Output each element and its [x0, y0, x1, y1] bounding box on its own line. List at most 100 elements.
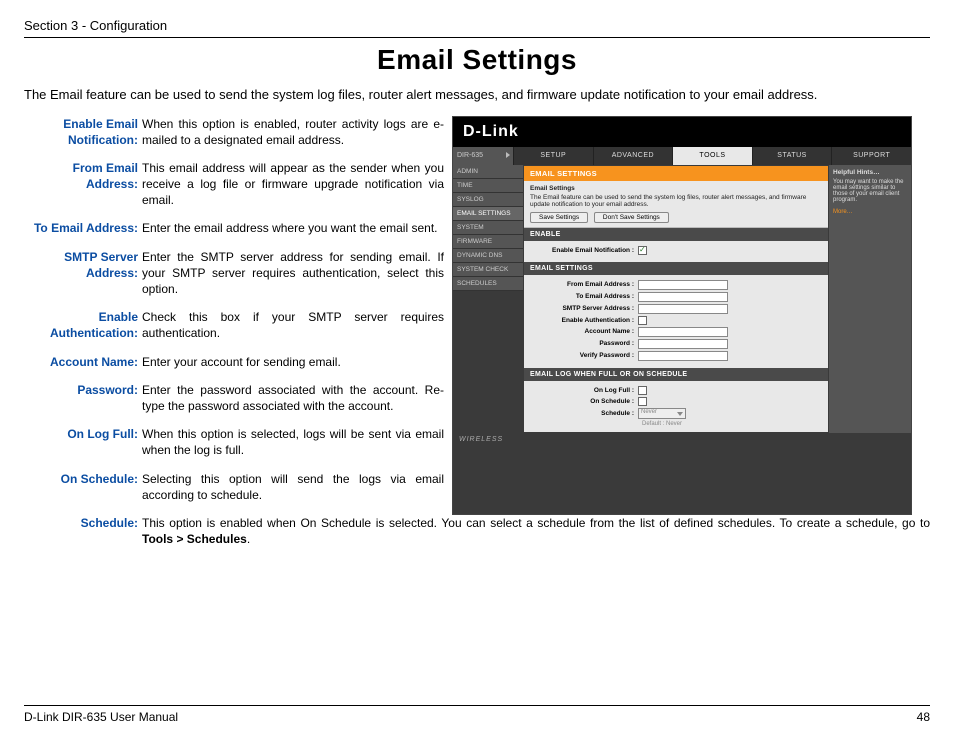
save-settings-button[interactable]: Save Settings [530, 212, 588, 223]
tab-status[interactable]: STATUS [752, 147, 832, 165]
def-desc: Enter your account for sending email. [142, 354, 444, 370]
main-panel: EMAIL SETTINGS Email Settings The Email … [524, 166, 828, 432]
def-row: Enable Email Notification:When this opti… [24, 116, 444, 148]
hints-title: Helpful Hints… [833, 169, 907, 176]
enable-auth-checkbox[interactable] [638, 316, 647, 325]
tab-tools[interactable]: TOOLS [672, 147, 752, 165]
sidebar-item-system[interactable]: SYSTEM [453, 221, 523, 235]
enable-form: Enable Email Notification : [524, 241, 828, 262]
def-row: Password:Enter the password associated w… [24, 382, 444, 414]
schedule-desc-prefix: This option is enabled when On Schedule … [142, 516, 930, 530]
email-settings-header: EMAIL SETTINGS [524, 262, 828, 275]
from-email-input[interactable] [638, 280, 728, 290]
onsched-label: On Schedule : [530, 398, 638, 405]
tab-support[interactable]: SUPPORT [831, 147, 911, 165]
def-desc: Enter the password associated with the a… [142, 382, 444, 414]
log-form: On Log Full : On Schedule : Schedule :Ne… [524, 381, 828, 432]
sidebar-item-system-check[interactable]: SYSTEM CHECK [453, 263, 523, 277]
side-nav: ADMIN TIME SYSLOG EMAIL SETTINGS SYSTEM … [453, 165, 523, 433]
sidebar-item-time[interactable]: TIME [453, 179, 523, 193]
def-desc: When this option is selected, logs will … [142, 426, 444, 458]
schedule-desc-suffix: . [247, 532, 250, 546]
to-email-input[interactable] [638, 292, 728, 302]
tab-setup[interactable]: SETUP [513, 147, 593, 165]
bottom-rule [24, 705, 930, 706]
hints-more-link[interactable]: More… [833, 209, 907, 215]
def-row: From Email Address:This email address wi… [24, 160, 444, 209]
to-label: To Email Address : [530, 293, 638, 300]
section-header: EMAIL SETTINGS [524, 166, 828, 181]
def-desc: When this option is enabled, router acti… [142, 116, 444, 148]
content-wrap: Enable Email Notification:When this opti… [24, 116, 930, 515]
def-desc: This option is enabled when On Schedule … [142, 515, 930, 547]
auth-label: Enable Authentication : [530, 317, 638, 324]
on-schedule-checkbox[interactable] [638, 397, 647, 406]
email-settings-form: From Email Address : To Email Address : … [524, 275, 828, 368]
def-row: SMTP Server Address:Enter the SMTP serve… [24, 249, 444, 298]
def-term: On Schedule: [24, 471, 142, 503]
router-screenshot: D-Link DIR-635 SETUP ADVANCED TOOLS STAT… [452, 116, 912, 515]
page-number: 48 [917, 710, 930, 724]
account-label: Account Name : [530, 328, 638, 335]
page-footer: D-Link DIR-635 User Manual 48 [24, 705, 930, 724]
definitions-list: Enable Email Notification:When this opti… [24, 116, 444, 515]
password-input[interactable] [638, 339, 728, 349]
panel-title: Email Settings [530, 185, 822, 192]
def-row-schedule: Schedule: This option is enabled when On… [24, 515, 930, 547]
on-log-full-checkbox[interactable] [638, 386, 647, 395]
def-term: SMTP Server Address: [24, 249, 142, 298]
sidebar-item-dynamic-dns[interactable]: DYNAMIC DNS [453, 249, 523, 263]
schedule-select[interactable]: Never [638, 408, 686, 419]
top-rule [24, 37, 930, 38]
def-term: To Email Address: [24, 220, 142, 236]
router-body: ADMIN TIME SYSLOG EMAIL SETTINGS SYSTEM … [453, 165, 911, 433]
panel-desc: The Email feature can be used to send th… [530, 194, 822, 208]
enable-label: Enable Email Notification : [530, 247, 638, 254]
def-term: Schedule: [24, 515, 142, 547]
sidebar-item-email-settings[interactable]: EMAIL SETTINGS [453, 207, 523, 221]
verify-label: Verify Password : [530, 352, 638, 359]
section-label: Section 3 - Configuration [24, 18, 930, 33]
model-selector[interactable]: DIR-635 [453, 147, 513, 165]
account-name-input[interactable] [638, 327, 728, 337]
def-row: On Log Full:When this option is selected… [24, 426, 444, 458]
enable-email-checkbox[interactable] [638, 246, 647, 255]
top-bar: DIR-635 SETUP ADVANCED TOOLS STATUS SUPP… [453, 147, 911, 165]
def-row: Enable Authentication:Check this box if … [24, 309, 444, 341]
def-term: From Email Address: [24, 160, 142, 209]
def-desc: Check this box if your SMTP server requi… [142, 309, 444, 341]
def-desc: This email address will appear as the se… [142, 160, 444, 209]
smtp-label: SMTP Server Address : [530, 305, 638, 312]
schedule-default: Default : Never [642, 421, 822, 427]
sched-label: Schedule : [530, 410, 638, 417]
sidebar-item-admin[interactable]: ADMIN [453, 165, 523, 179]
def-term: Enable Authentication: [24, 309, 142, 341]
sidebar-item-firmware[interactable]: FIRMWARE [453, 235, 523, 249]
schedule-desc-bold: Tools > Schedules [142, 532, 247, 546]
def-term: Password: [24, 382, 142, 414]
router-footer: WIRELESS [453, 433, 911, 446]
dont-save-settings-button[interactable]: Don't Save Settings [594, 212, 669, 223]
panel-intro: Email Settings The Email feature can be … [524, 181, 828, 228]
def-row: Account Name:Enter your account for send… [24, 354, 444, 370]
tab-advanced[interactable]: ADVANCED [593, 147, 673, 165]
def-row: On Schedule:Selecting this option will s… [24, 471, 444, 503]
def-term: On Log Full: [24, 426, 142, 458]
page-title: Email Settings [24, 44, 930, 76]
from-label: From Email Address : [530, 281, 638, 288]
def-desc: Enter the email address where you want t… [142, 220, 444, 236]
def-row: To Email Address:Enter the email address… [24, 220, 444, 236]
def-term: Enable Email Notification: [24, 116, 142, 148]
onfull-label: On Log Full : [530, 387, 638, 394]
sidebar-item-syslog[interactable]: SYSLOG [453, 193, 523, 207]
def-desc: Enter the SMTP server address for sendin… [142, 249, 444, 298]
hints-panel: Helpful Hints… You may want to make the … [829, 165, 911, 433]
footer-manual-name: D-Link DIR-635 User Manual [24, 710, 178, 724]
password-label: Password : [530, 340, 638, 347]
sidebar-item-schedules[interactable]: SCHEDULES [453, 277, 523, 291]
log-header: EMAIL LOG WHEN FULL OR ON SCHEDULE [524, 368, 828, 381]
verify-password-input[interactable] [638, 351, 728, 361]
def-desc: Selecting this option will send the logs… [142, 471, 444, 503]
enable-header: ENABLE [524, 228, 828, 241]
smtp-server-input[interactable] [638, 304, 728, 314]
